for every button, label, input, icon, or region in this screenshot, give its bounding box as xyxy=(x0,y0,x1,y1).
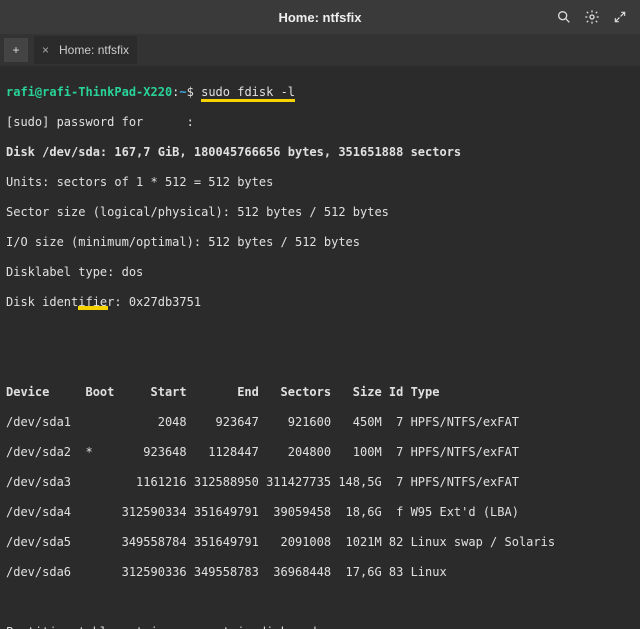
disk-header: Disk /dev/sda: 167,7 GiB, 180045766656 b… xyxy=(6,145,634,160)
disk-info-1: Sector size (logical/physical): 512 byte… xyxy=(6,205,634,220)
maximize-icon[interactable] xyxy=(608,5,632,29)
table-row: /dev/sda5 349558784 351649791 2091008 10… xyxy=(6,535,634,550)
partition-header: Device Boot Start End Sectors Size Id Ty… xyxy=(6,385,634,400)
tabbar: + × Home: ntfsfix xyxy=(0,34,640,66)
table-row: /dev/sda4 312590334 351649791 39059458 1… xyxy=(6,505,634,520)
table-row: /dev/sda1 2048 923647 921600 450M 7 HPFS… xyxy=(6,415,634,430)
prompt-path: ~ xyxy=(179,85,186,99)
new-tab-button[interactable]: + xyxy=(4,38,28,62)
tab-active[interactable]: × Home: ntfsfix xyxy=(34,36,137,64)
prompt-user: rafi@rafi-ThinkPad-X220 xyxy=(6,85,172,99)
terminal-window: Home: ntfsfix + × Home: ntfsfix rafi@raf… xyxy=(0,0,640,629)
sudo-password-line: [sudo] password for : xyxy=(6,115,634,130)
close-tab-icon[interactable]: × xyxy=(42,43,49,57)
tab-label: Home: ntfsfix xyxy=(59,43,129,57)
search-icon[interactable] xyxy=(552,5,576,29)
partition-note: Partition table entries are not in disk … xyxy=(6,625,634,629)
table-row: /dev/sda2 * 923648 1128447 204800 100M 7… xyxy=(6,445,634,460)
window-title: Home: ntfsfix xyxy=(0,10,640,25)
disk-info-3: Disklabel type: dos xyxy=(6,265,634,280)
table-row: /dev/sda3 1161216 312588950 311427735 14… xyxy=(6,475,634,490)
titlebar: Home: ntfsfix xyxy=(0,0,640,34)
highlight-marker-icon xyxy=(78,297,108,311)
command-fdisk: sudo fdisk -l xyxy=(201,85,295,102)
terminal-body[interactable]: rafi@rafi-ThinkPad-X220:~$ sudo fdisk -l… xyxy=(0,66,640,629)
gear-icon[interactable] xyxy=(580,5,604,29)
disk-info-2: I/O size (minimum/optimal): 512 bytes / … xyxy=(6,235,634,250)
table-row: /dev/sda6 312590336 349558783 36968448 1… xyxy=(6,565,634,580)
disk-info-0: Units: sectors of 1 * 512 = 512 bytes xyxy=(6,175,634,190)
